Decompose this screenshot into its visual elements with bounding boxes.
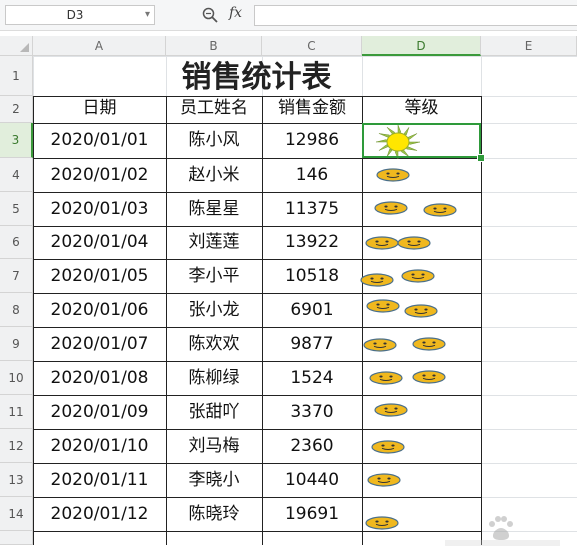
table-border [33,531,481,532]
smiley-icon [374,403,408,417]
fill-handle[interactable] [477,154,485,162]
row-header-6[interactable]: 6 [0,226,33,259]
date-cell[interactable]: 2020/01/05 [33,259,166,293]
sales-amount-cell[interactable]: 13922 [262,226,362,259]
active-cell-selection [362,123,481,158]
smiley-icon [404,304,438,318]
column-header-d[interactable]: D [362,36,481,56]
employee-name-cell[interactable]: 陈星星 [166,192,262,226]
date-cell[interactable]: 2020/01/11 [33,463,166,497]
date-cell[interactable]: 2020/01/02 [33,158,166,192]
smiley-icon [371,440,405,454]
header-cell[interactable]: 日期 [33,96,166,123]
row-header-9[interactable]: 9 [0,327,33,361]
header-cell[interactable]: 等级 [362,96,481,123]
employee-name-cell[interactable]: 李晓小 [166,463,262,497]
employee-name-cell[interactable]: 刘马梅 [166,429,262,463]
sales-amount-cell[interactable]: 2360 [262,429,362,463]
smiley-icon [412,337,446,351]
sales-amount-cell[interactable]: 146 [262,158,362,192]
employee-name-cell[interactable]: 陈小风 [166,123,262,158]
employee-name-cell[interactable]: 陈晓玲 [166,497,262,531]
sheet-title[interactable]: 销售统计表 [33,56,480,96]
employee-name-cell[interactable]: 陈欢欢 [166,327,262,361]
column-header-a[interactable]: A [33,36,166,56]
name-box[interactable]: D3 ▾ [5,5,155,25]
smiley-icon [412,370,446,384]
smiley-icon [397,236,431,250]
sales-amount-cell[interactable]: 10440 [262,463,362,497]
employee-name-cell[interactable]: 李小平 [166,259,262,293]
smiley-icon [360,273,394,287]
row-header-7[interactable]: 7 [0,259,33,293]
row-header-partial [0,531,33,545]
date-cell[interactable]: 2020/01/07 [33,327,166,361]
sales-amount-cell[interactable]: 6901 [262,293,362,327]
sales-amount-cell[interactable]: 10518 [262,259,362,293]
smiley-icon [401,269,435,283]
smiley-icon [363,338,397,352]
sales-amount-cell[interactable]: 11375 [262,192,362,226]
row-header-10[interactable]: 10 [0,361,33,395]
employee-name-cell[interactable]: 张小龙 [166,293,262,327]
date-cell[interactable]: 2020/01/06 [33,293,166,327]
header-cell[interactable]: 销售金额 [262,96,362,123]
row-header-1[interactable]: 1 [0,56,33,96]
date-cell[interactable]: 2020/01/04 [33,226,166,259]
date-cell[interactable]: 2020/01/08 [33,361,166,395]
date-cell[interactable]: 2020/01/12 [33,497,166,531]
name-box-value: D3 [66,8,84,22]
sales-amount-cell[interactable]: 9877 [262,327,362,361]
column-header-b[interactable]: B [166,36,262,56]
date-cell[interactable]: 2020/01/01 [33,123,166,158]
sales-amount-cell[interactable]: 3370 [262,395,362,429]
row-header-11[interactable]: 11 [0,395,33,429]
employee-name-cell[interactable]: 赵小米 [166,158,262,192]
row-header-14[interactable]: 14 [0,497,33,531]
chevron-down-icon[interactable]: ▾ [145,9,150,20]
watermark-logo [445,516,560,546]
spreadsheet-grid[interactable]: A B C D E 1 2 3 4 5 6 7 8 9 10 11 12 13 14 销售统计表 日期 员工姓名 销售金额等… [0,30,577,546]
row-header-13[interactable]: 13 [0,463,33,497]
smiley-icon [376,168,410,182]
select-all-corner[interactable] [0,36,33,56]
smiley-icon [369,371,403,385]
sales-amount-cell[interactable]: 12986 [262,123,362,158]
date-cell[interactable]: 2020/01/03 [33,192,166,226]
row-header-5[interactable]: 5 [0,192,33,226]
row-header-8[interactable]: 8 [0,293,33,327]
row-header-4[interactable]: 4 [0,158,33,192]
smiley-icon [366,299,400,313]
fx-icon[interactable]: fx [229,5,242,21]
row-header-2[interactable]: 2 [0,96,33,123]
date-cell[interactable]: 2020/01/09 [33,395,166,429]
table-border [481,96,482,545]
smiley-icon [374,201,408,215]
column-header-c[interactable]: C [262,36,362,56]
smiley-icon [423,203,457,217]
header-cell[interactable]: 员工姓名 [166,96,262,123]
smiley-icon [367,473,401,487]
employee-name-cell[interactable]: 张甜吖 [166,395,262,429]
sales-amount-cell[interactable]: 1524 [262,361,362,395]
sales-amount-cell[interactable]: 19691 [262,497,362,531]
row-header-12[interactable]: 12 [0,429,33,463]
employee-name-cell[interactable]: 刘莲莲 [166,226,262,259]
zoom-formula-icon[interactable] [202,7,218,23]
employee-name-cell[interactable]: 陈柳绿 [166,361,262,395]
smiley-icon [365,236,399,250]
formula-bar: D3 ▾ fx [0,0,577,31]
date-cell[interactable]: 2020/01/10 [33,429,166,463]
smiley-icon [365,516,399,530]
row-header-3[interactable]: 3 [0,123,33,158]
formula-input[interactable] [254,5,577,26]
column-header-e[interactable]: E [481,36,577,56]
